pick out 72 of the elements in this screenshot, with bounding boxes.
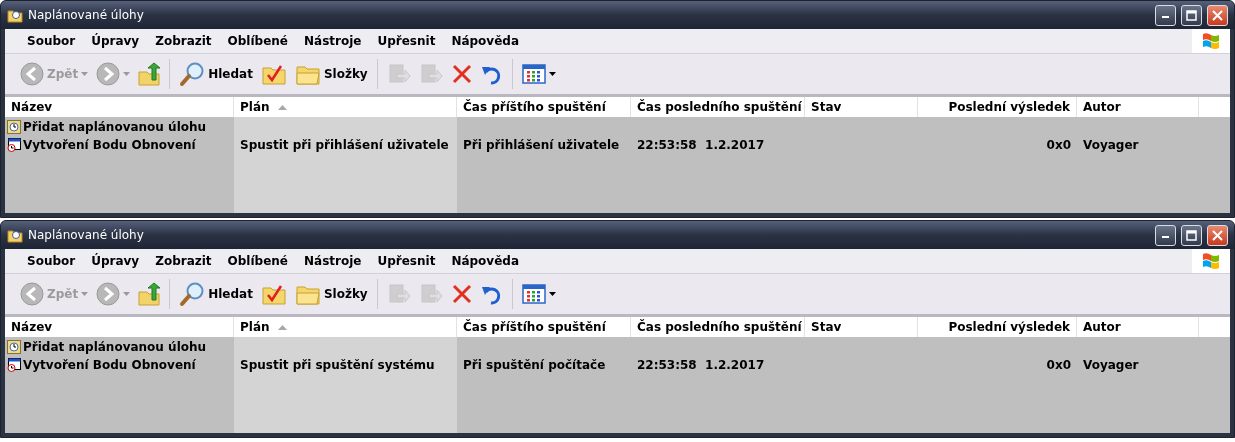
table-cell: 0x0 bbox=[1046, 138, 1071, 152]
task-name[interactable]: Vytvoření Bodu Obnovení bbox=[23, 358, 196, 372]
toolbar-button[interactable]: Hledat bbox=[176, 59, 256, 89]
menu-item[interactable]: Úpravy bbox=[83, 34, 148, 48]
copy-to-icon bbox=[418, 62, 443, 86]
clock-icon bbox=[7, 120, 21, 134]
table-cell: Spustit při spuštění systému bbox=[240, 358, 435, 372]
menu-item[interactable]: Zobrazit bbox=[147, 254, 220, 268]
folder-clock-icon bbox=[7, 7, 23, 23]
folder-up-icon bbox=[138, 282, 161, 306]
folder-up-icon bbox=[138, 62, 161, 86]
flag-logo-icon bbox=[1201, 252, 1221, 270]
caret-icon bbox=[548, 72, 556, 76]
toolbar-button[interactable]: Složky bbox=[291, 279, 371, 309]
toolbar-button[interactable]: Složky bbox=[291, 59, 371, 89]
menu-item[interactable]: Nástroje bbox=[296, 254, 370, 268]
menu-item[interactable]: Soubor bbox=[19, 34, 84, 48]
minimize-button[interactable] bbox=[1155, 224, 1176, 246]
window-title: Naplánované úlohy bbox=[28, 8, 145, 22]
menu-item[interactable]: Upřesnit bbox=[369, 34, 444, 48]
move-to-icon bbox=[386, 62, 411, 86]
task-name[interactable]: Vytvoření Bodu Obnovení bbox=[23, 138, 196, 152]
table-cell: Při přihlášení uživatele bbox=[463, 138, 620, 152]
table-cell: 22:53:58 1.2.2017 bbox=[637, 358, 765, 372]
views-icon bbox=[521, 64, 546, 84]
menu-item[interactable]: Nástroje bbox=[296, 34, 370, 48]
table-cell: Při spuštění počítače bbox=[463, 358, 606, 372]
task-name[interactable]: Přidat naplánovanou úlohu bbox=[23, 120, 207, 134]
search-icon bbox=[179, 61, 206, 87]
maximize-button[interactable] bbox=[1181, 224, 1202, 246]
menu-item[interactable]: Úpravy bbox=[83, 254, 148, 268]
table-cell: 22:53:58 1.2.2017 bbox=[637, 138, 765, 152]
minimize-button[interactable] bbox=[1155, 4, 1176, 26]
menu-item[interactable]: Oblíbené bbox=[219, 34, 296, 48]
table-cell: 0x0 bbox=[1046, 358, 1071, 372]
menu-item[interactable]: Upřesnit bbox=[369, 254, 444, 268]
sort-arrow-icon bbox=[277, 324, 287, 330]
toolbar-button[interactable]: Hledat bbox=[176, 279, 256, 309]
scheduled-task-icon bbox=[7, 138, 21, 152]
menu-item[interactable]: Nápověda bbox=[443, 254, 527, 268]
caret-icon bbox=[123, 72, 131, 76]
close-button[interactable] bbox=[1207, 224, 1228, 246]
menu-item[interactable]: Nápověda bbox=[443, 34, 527, 48]
delete-icon bbox=[450, 283, 473, 305]
folder-clock-icon bbox=[7, 227, 23, 243]
menu-item[interactable]: Oblíbené bbox=[219, 254, 296, 268]
caret-icon bbox=[81, 292, 89, 296]
sort-arrow-icon bbox=[277, 104, 287, 110]
close-button[interactable] bbox=[1207, 4, 1228, 26]
scheduled-task-icon bbox=[7, 358, 21, 372]
close-icon bbox=[1212, 9, 1223, 21]
views-icon bbox=[521, 284, 546, 304]
move-to-icon bbox=[386, 282, 411, 306]
maximize-icon bbox=[1186, 9, 1197, 21]
task-name[interactable]: Přidat naplánovanou úlohu bbox=[23, 340, 207, 354]
close-icon bbox=[1212, 229, 1223, 241]
search-icon bbox=[179, 281, 206, 307]
caret-icon bbox=[548, 292, 556, 296]
menu-item[interactable]: Soubor bbox=[19, 254, 84, 268]
table-cell: Voyager bbox=[1083, 358, 1139, 372]
flag-logo-icon bbox=[1201, 32, 1221, 50]
window-title: Naplánované úlohy bbox=[28, 228, 145, 242]
maximize-icon bbox=[1186, 229, 1197, 241]
maximize-button[interactable] bbox=[1181, 4, 1202, 26]
table-cell: Spustit při přihlášení uživatele bbox=[240, 138, 449, 152]
clock-icon bbox=[7, 340, 21, 354]
copy-to-icon bbox=[418, 282, 443, 306]
caret-icon bbox=[123, 292, 131, 296]
caret-icon bbox=[81, 72, 89, 76]
table-cell: Voyager bbox=[1083, 138, 1139, 152]
menu-item[interactable]: Zobrazit bbox=[147, 34, 220, 48]
delete-icon bbox=[450, 63, 473, 85]
